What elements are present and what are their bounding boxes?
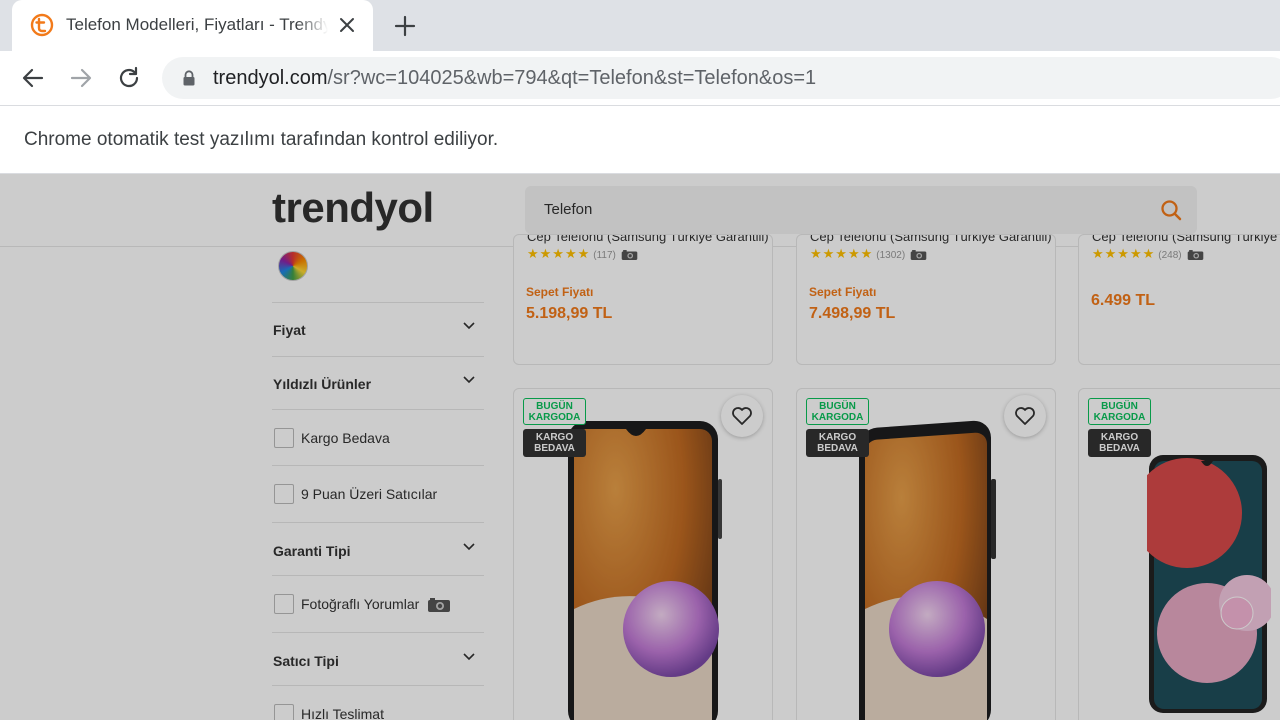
address-bar[interactable]: trendyol.com/sr?wc=104025&wb=794&qt=Tele… — [162, 57, 1280, 99]
browser-tab[interactable]: Telefon Modelleri, Fiyatları - Trendyol — [12, 0, 373, 51]
lock-icon[interactable] — [182, 70, 196, 86]
browser-toolbar: trendyol.com/sr?wc=104025&wb=794&qt=Tele… — [0, 51, 1280, 106]
automation-infobar: Chrome otomatik test yazılımı tarafından… — [0, 106, 1280, 174]
forward-arrow-icon[interactable] — [68, 65, 94, 91]
new-tab-plus-icon[interactable] — [392, 13, 418, 39]
modal-backdrop[interactable] — [0, 174, 1280, 720]
infobar-text: Chrome otomatik test yazılımı tarafından… — [24, 129, 499, 150]
trendyol-favicon-icon — [30, 13, 54, 37]
back-arrow-icon[interactable] — [20, 65, 46, 91]
url-host: trendyol.com — [213, 67, 328, 89]
url-text[interactable]: trendyol.com/sr?wc=104025&wb=794&qt=Tele… — [213, 67, 816, 90]
web-page: trendyol Telefon Fiyat Yıldızlı Ürünler … — [0, 174, 1280, 720]
tab-strip: Telefon Modelleri, Fiyatları - Trendyol — [0, 0, 1280, 51]
reload-icon[interactable] — [116, 65, 142, 91]
close-icon[interactable] — [337, 15, 357, 35]
url-path: /sr?wc=104025&wb=794&qt=Telefon&st=Telef… — [327, 67, 817, 89]
tab-title: Telefon Modelleri, Fiyatları - Trendyol — [66, 15, 328, 34]
